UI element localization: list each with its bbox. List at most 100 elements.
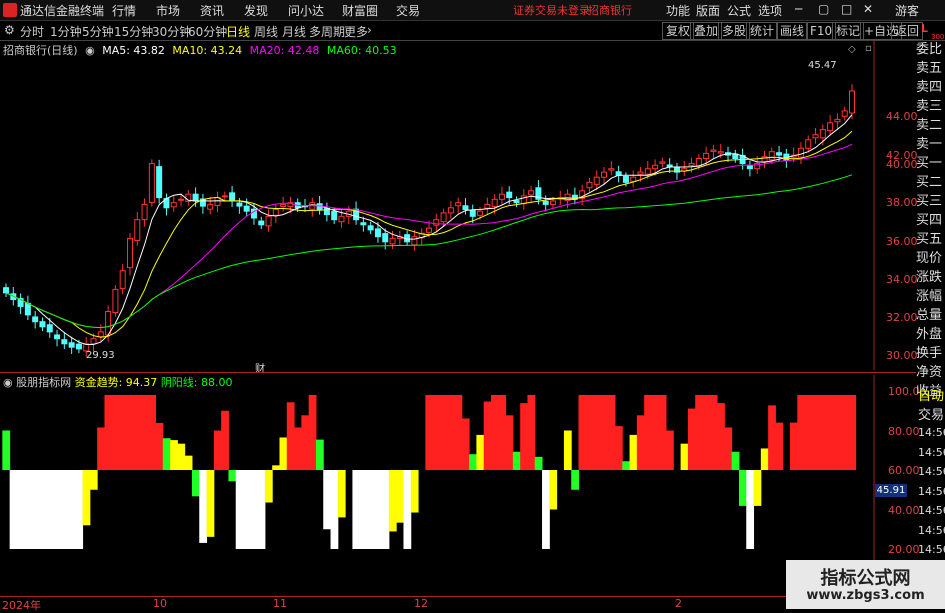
menu-zixun[interactable]: 资讯 xyxy=(200,2,224,19)
candle-body[interactable] xyxy=(24,302,31,316)
period-30min[interactable]: 30分钟 xyxy=(152,23,191,40)
candle-body[interactable] xyxy=(243,205,250,212)
candle-body[interactable] xyxy=(469,210,476,217)
candle-body[interactable] xyxy=(506,191,513,199)
candle-body[interactable] xyxy=(221,195,228,198)
candle-body[interactable] xyxy=(39,321,46,328)
candle-body[interactable] xyxy=(192,193,199,202)
period-1min[interactable]: 1分钟 xyxy=(50,23,82,40)
candle-body[interactable] xyxy=(229,192,236,202)
candle-body[interactable] xyxy=(367,225,374,231)
candle-body[interactable] xyxy=(61,339,68,345)
candle-body[interactable] xyxy=(265,215,272,227)
period-15min[interactable]: 15分钟 xyxy=(114,23,153,40)
btn-huaxian[interactable]: 画线 xyxy=(776,22,809,40)
candle-body[interactable] xyxy=(68,342,75,348)
candle-body[interactable] xyxy=(608,168,615,171)
candlestick-chart[interactable] xyxy=(0,40,916,370)
menu-hangqing[interactable]: 行情 xyxy=(112,2,136,19)
candle-body[interactable] xyxy=(462,205,469,210)
trade-login-notice[interactable]: 证券交易未登录 xyxy=(513,2,590,18)
candle-body[interactable] xyxy=(119,270,126,289)
candle-body[interactable] xyxy=(768,151,775,161)
candle-body[interactable] xyxy=(827,122,834,132)
period-more[interactable]: 更多 xyxy=(344,23,368,40)
candle-body[interactable] xyxy=(710,149,717,152)
candle-body[interactable] xyxy=(717,151,724,154)
menu-shichang[interactable]: 市场 xyxy=(156,2,180,19)
menu-faxian[interactable]: 发现 xyxy=(244,2,268,19)
candle-body[interactable] xyxy=(3,287,9,294)
candle-body[interactable] xyxy=(32,316,39,323)
candle-body[interactable] xyxy=(513,200,520,204)
candle-body[interactable] xyxy=(659,161,666,164)
candle-body[interactable] xyxy=(447,207,454,214)
menu-xuanxiang[interactable]: 选项 xyxy=(758,2,782,19)
menu-banmian[interactable]: 版面 xyxy=(696,2,720,19)
candle-body[interactable] xyxy=(54,334,61,340)
candle-body[interactable] xyxy=(549,200,556,205)
candle-body[interactable] xyxy=(214,197,221,206)
candle-body[interactable] xyxy=(797,147,804,158)
btn-fanhui[interactable]: 返回 xyxy=(891,22,924,40)
candle-body[interactable] xyxy=(170,202,177,208)
candle-body[interactable] xyxy=(156,166,163,199)
candle-body[interactable] xyxy=(703,152,710,160)
candle-body[interactable] xyxy=(601,171,608,178)
candle-body[interactable] xyxy=(695,158,702,167)
candle-body[interactable] xyxy=(280,203,287,207)
candle-body[interactable] xyxy=(841,110,848,117)
candle-body[interactable] xyxy=(586,181,593,189)
candle-body[interactable] xyxy=(411,236,418,246)
candle-body[interactable] xyxy=(360,222,367,226)
candle-body[interactable] xyxy=(688,163,695,167)
menu-caifuquan[interactable]: 财富圈 xyxy=(342,2,378,19)
candle-body[interactable] xyxy=(644,168,651,175)
btn-tongji[interactable]: 统计 xyxy=(746,22,779,40)
maximize-icon[interactable]: □ xyxy=(841,2,852,16)
candle-body[interactable] xyxy=(382,233,389,243)
candle-body[interactable] xyxy=(477,210,484,216)
indicator-chart[interactable] xyxy=(0,375,916,591)
candle-body[interactable] xyxy=(746,165,753,170)
period-daily[interactable]: 日线 xyxy=(226,23,250,40)
period-monthly[interactable]: 月线 xyxy=(282,23,306,40)
candle-body[interactable] xyxy=(97,331,104,338)
candle-body[interactable] xyxy=(834,118,841,123)
box-icon[interactable]: ▫ xyxy=(865,43,872,54)
candle-body[interactable] xyxy=(272,209,279,216)
candle-body[interactable] xyxy=(126,237,133,269)
menu-gongneng[interactable]: 功能 xyxy=(666,2,690,19)
candle-body[interactable] xyxy=(622,176,629,183)
candle-body[interactable] xyxy=(90,338,97,345)
candle-body[interactable] xyxy=(426,227,432,233)
candle-body[interactable] xyxy=(75,343,82,350)
period-60min[interactable]: 60分钟 xyxy=(188,23,227,40)
candle-body[interactable] xyxy=(732,153,739,160)
menu-jiaoyi[interactable]: 交易 xyxy=(396,2,420,19)
candle-body[interactable] xyxy=(593,176,600,185)
settings-icon[interactable]: ⚙ xyxy=(4,23,15,37)
candle-body[interactable] xyxy=(148,163,155,203)
candle-body[interactable] xyxy=(338,215,345,223)
candle-body[interactable] xyxy=(542,200,549,205)
period-fenshi[interactable]: 分时 xyxy=(20,23,44,40)
period-weekly[interactable]: 周线 xyxy=(254,23,278,40)
candle-body[interactable] xyxy=(805,139,812,149)
candle-body[interactable] xyxy=(440,212,447,223)
candle-body[interactable] xyxy=(849,90,855,114)
diamond-icon[interactable]: ◇ xyxy=(848,44,856,55)
candle-body[interactable] xyxy=(528,190,535,196)
auto-trade-label[interactable]: 自动 xyxy=(918,385,944,404)
candle-body[interactable] xyxy=(652,164,659,170)
candle-body[interactable] xyxy=(389,237,396,245)
candle-body[interactable] xyxy=(374,228,381,238)
minimize-icon[interactable]: ─ xyxy=(795,2,802,16)
restore-icon[interactable]: ▢ xyxy=(818,2,829,16)
candle-body[interactable] xyxy=(637,171,644,175)
candle-body[interactable] xyxy=(112,288,119,314)
menu-wenxiaoda[interactable]: 问小达 xyxy=(288,2,324,19)
chevron-right-icon[interactable]: › xyxy=(367,23,372,37)
candle-body[interactable] xyxy=(498,193,505,200)
candle-body[interactable] xyxy=(178,198,185,201)
